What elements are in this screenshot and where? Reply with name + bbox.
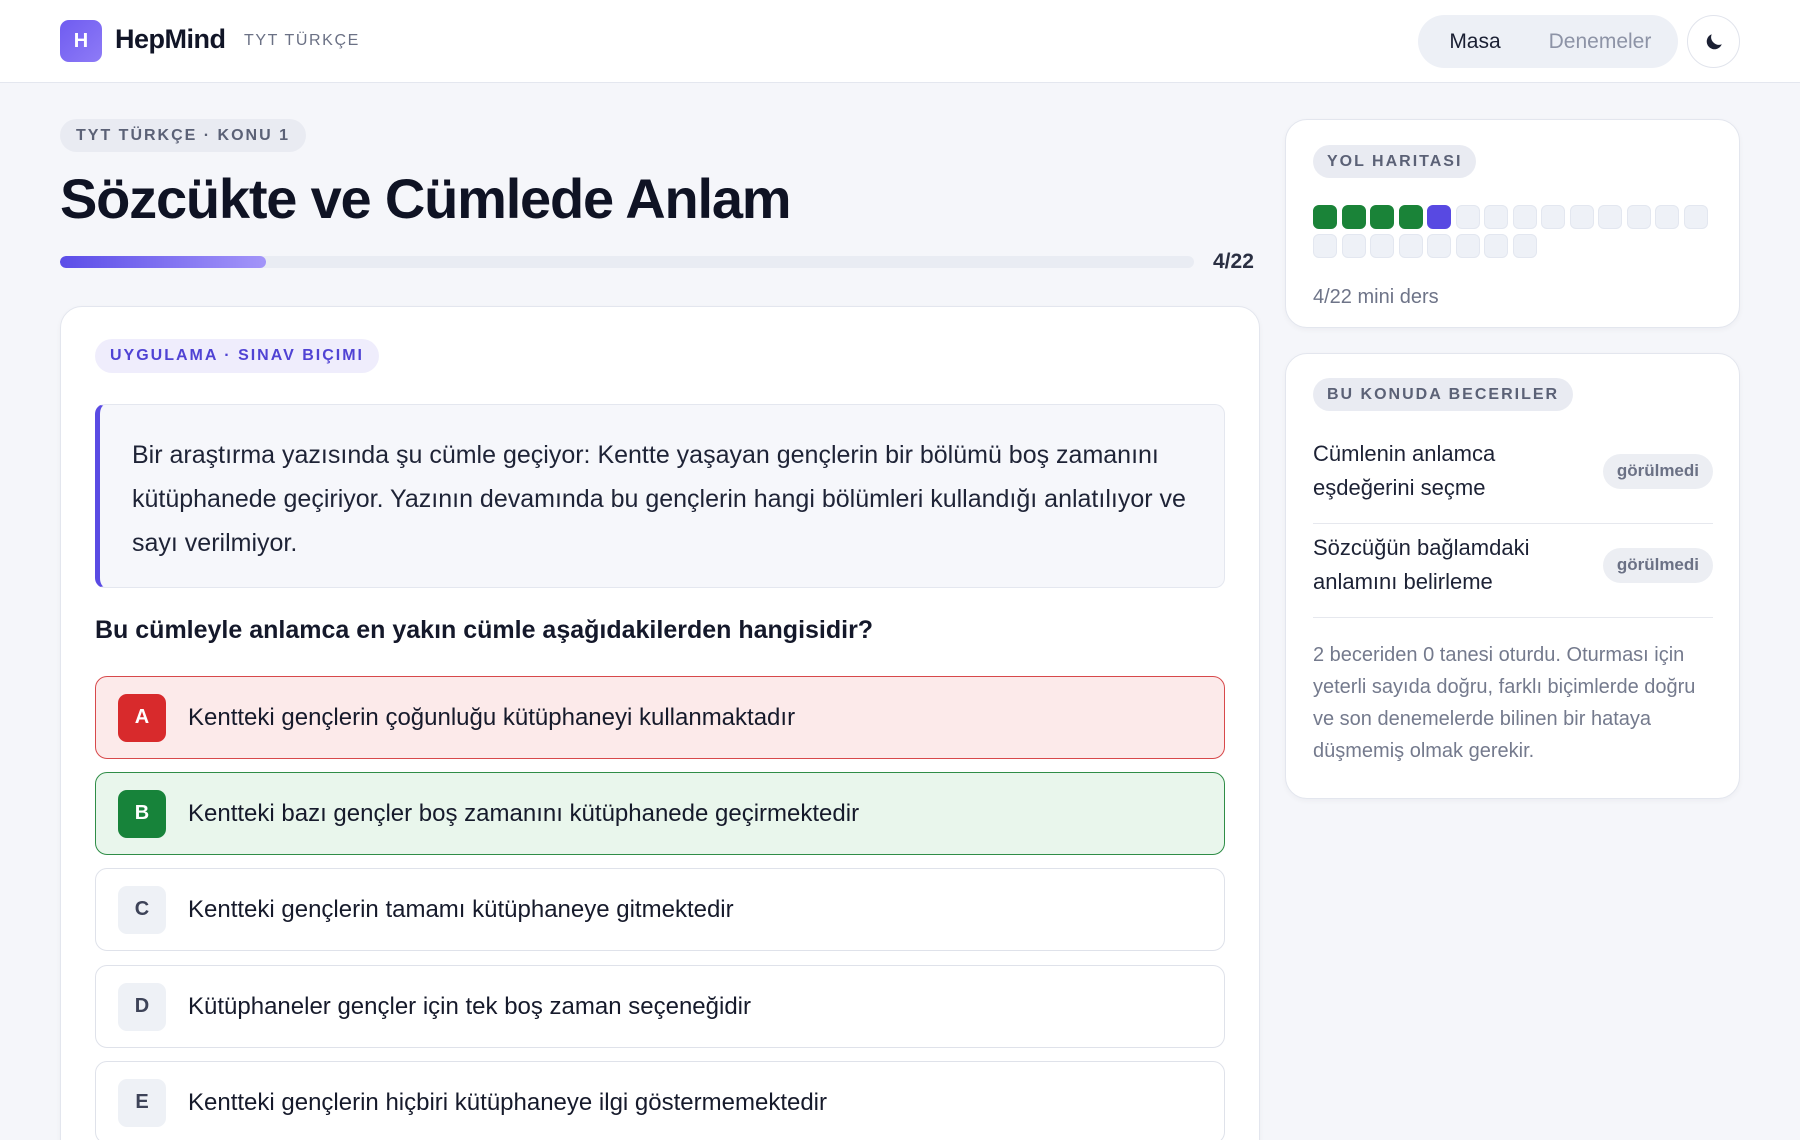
skill-name: Cümlenin anlamca eşdeğerini seçme (1313, 441, 1496, 500)
option-text: Kütüphaneler gençler için tek boş zaman … (188, 992, 752, 1020)
roadmap-cell-pending[interactable] (1598, 205, 1622, 229)
option-letter: B (118, 789, 166, 838)
roadmap-card: YOL HARITASI 4/22 mini ders (1285, 119, 1740, 328)
skills-tag: BU KONUDA BECERILER (1313, 378, 1574, 411)
option-letter: A (118, 693, 166, 742)
page-title: Sözcükte ve Cümlede Anlam (60, 167, 792, 230)
option-b[interactable]: B Kentteki bazı gençler boş zamanını küt… (95, 772, 1225, 855)
skill-name: Sözcüğün bağlamdaki anlamını belirleme (1313, 535, 1530, 594)
roadmap-cell-pending[interactable] (1683, 205, 1708, 229)
moon-icon (1706, 33, 1722, 49)
option-letter: C (118, 885, 166, 934)
top-bar: H HepMind TYT TÜRKÇE Masa Denemeler (0, 0, 1800, 83)
question-text: Bu cümleyle anlamca en yakın cümle aşağı… (95, 616, 874, 644)
roadmap-cell-pending[interactable] (1398, 233, 1423, 258)
app-name[interactable]: HepMind (115, 24, 226, 55)
option-e[interactable]: E Kentteki gençlerin hiçbiri kütüphaneye… (95, 1061, 1225, 1140)
exercise-tag: UYGULAMA · SINAV BIÇIMI (95, 339, 379, 373)
tab-masa[interactable]: Masa (1423, 20, 1527, 63)
app-logo[interactable]: H (60, 20, 102, 62)
roadmap-cell-pending[interactable] (1626, 205, 1651, 229)
skill-item: Sözcüğün bağlamdaki anlamını belirleme g… (1313, 518, 1713, 612)
roadmap-cell-pending[interactable] (1313, 233, 1337, 258)
lesson-progress-bar (60, 256, 1194, 268)
option-letter: E (118, 1078, 166, 1127)
roadmap-cell-pending[interactable] (1512, 233, 1537, 258)
option-text: Kentteki gençlerin hiçbiri kütüphaneye i… (188, 1088, 827, 1116)
tab-denemeler[interactable]: Denemeler (1527, 20, 1673, 63)
roadmap-caption: 4/22 mini ders (1313, 286, 1439, 308)
roadmap-cell-pending[interactable] (1484, 233, 1508, 258)
lesson-progress-fill (60, 256, 267, 268)
roadmap-tag: YOL HARITASI (1313, 145, 1477, 178)
option-d[interactable]: D Kütüphaneler gençler için tek boş zama… (95, 965, 1225, 1048)
roadmap-cell-done[interactable] (1370, 205, 1394, 229)
breadcrumb: TYT TÜRKÇE · KONU 1 (60, 119, 306, 152)
view-switcher: Masa Denemeler (1418, 15, 1678, 68)
option-letter: D (118, 982, 166, 1031)
roadmap-cell-pending[interactable] (1427, 233, 1451, 258)
skill-status-badge: görülmedi (1602, 453, 1713, 489)
skills-card: BU KONUDA BECERILER Cümlenin anlamca eşd… (1285, 353, 1740, 799)
option-text: Kentteki bazı gençler boş zamanını kütüp… (188, 799, 860, 827)
lesson-progress-text: 4/22 (1213, 250, 1254, 273)
theme-toggle-button[interactable] (1687, 15, 1740, 68)
roadmap-cell-pending[interactable] (1484, 205, 1508, 229)
skill-item: Cümlenin anlamca eşdeğerini seçme görülm… (1313, 424, 1713, 518)
roadmap-cell-pending[interactable] (1541, 205, 1565, 229)
passage-box: Bir araştırma yazısında şu cümle geçiyor… (95, 404, 1225, 588)
roadmap-cell-pending[interactable] (1655, 205, 1679, 229)
roadmap-cell-pending[interactable] (1341, 233, 1366, 258)
skills-note: 2 beceriden 0 tanesi oturdu. Oturması iç… (1313, 644, 1696, 762)
roadmap-cell-pending[interactable] (1512, 205, 1537, 229)
roadmap-cell-pending[interactable] (1455, 233, 1480, 258)
roadmap-cell-pending[interactable] (1455, 205, 1480, 229)
roadmap-cell-done[interactable] (1398, 205, 1423, 229)
option-a[interactable]: A Kentteki gençlerin çoğunluğu kütüphane… (95, 676, 1225, 759)
option-text: Kentteki gençlerin tamamı kütüphaneye gi… (188, 895, 734, 923)
option-text: Kentteki gençlerin çoğunluğu kütüphaneyi… (188, 703, 796, 731)
skill-divider (1313, 617, 1713, 618)
roadmap-cell-pending[interactable] (1370, 233, 1394, 258)
roadmap-grid (1313, 205, 1713, 262)
subject-label: TYT TÜRKÇE (244, 32, 360, 49)
roadmap-cell-done[interactable] (1313, 205, 1337, 229)
roadmap-cell-done[interactable] (1341, 205, 1366, 229)
option-c[interactable]: C Kentteki gençlerin tamamı kütüphaneye … (95, 868, 1225, 951)
passage-text: Bir araştırma yazısında şu cümle geçiyor… (132, 441, 1186, 557)
skill-status-badge: görülmedi (1602, 547, 1713, 583)
roadmap-cell-pending[interactable] (1569, 205, 1594, 229)
roadmap-cell-current[interactable] (1427, 205, 1451, 229)
